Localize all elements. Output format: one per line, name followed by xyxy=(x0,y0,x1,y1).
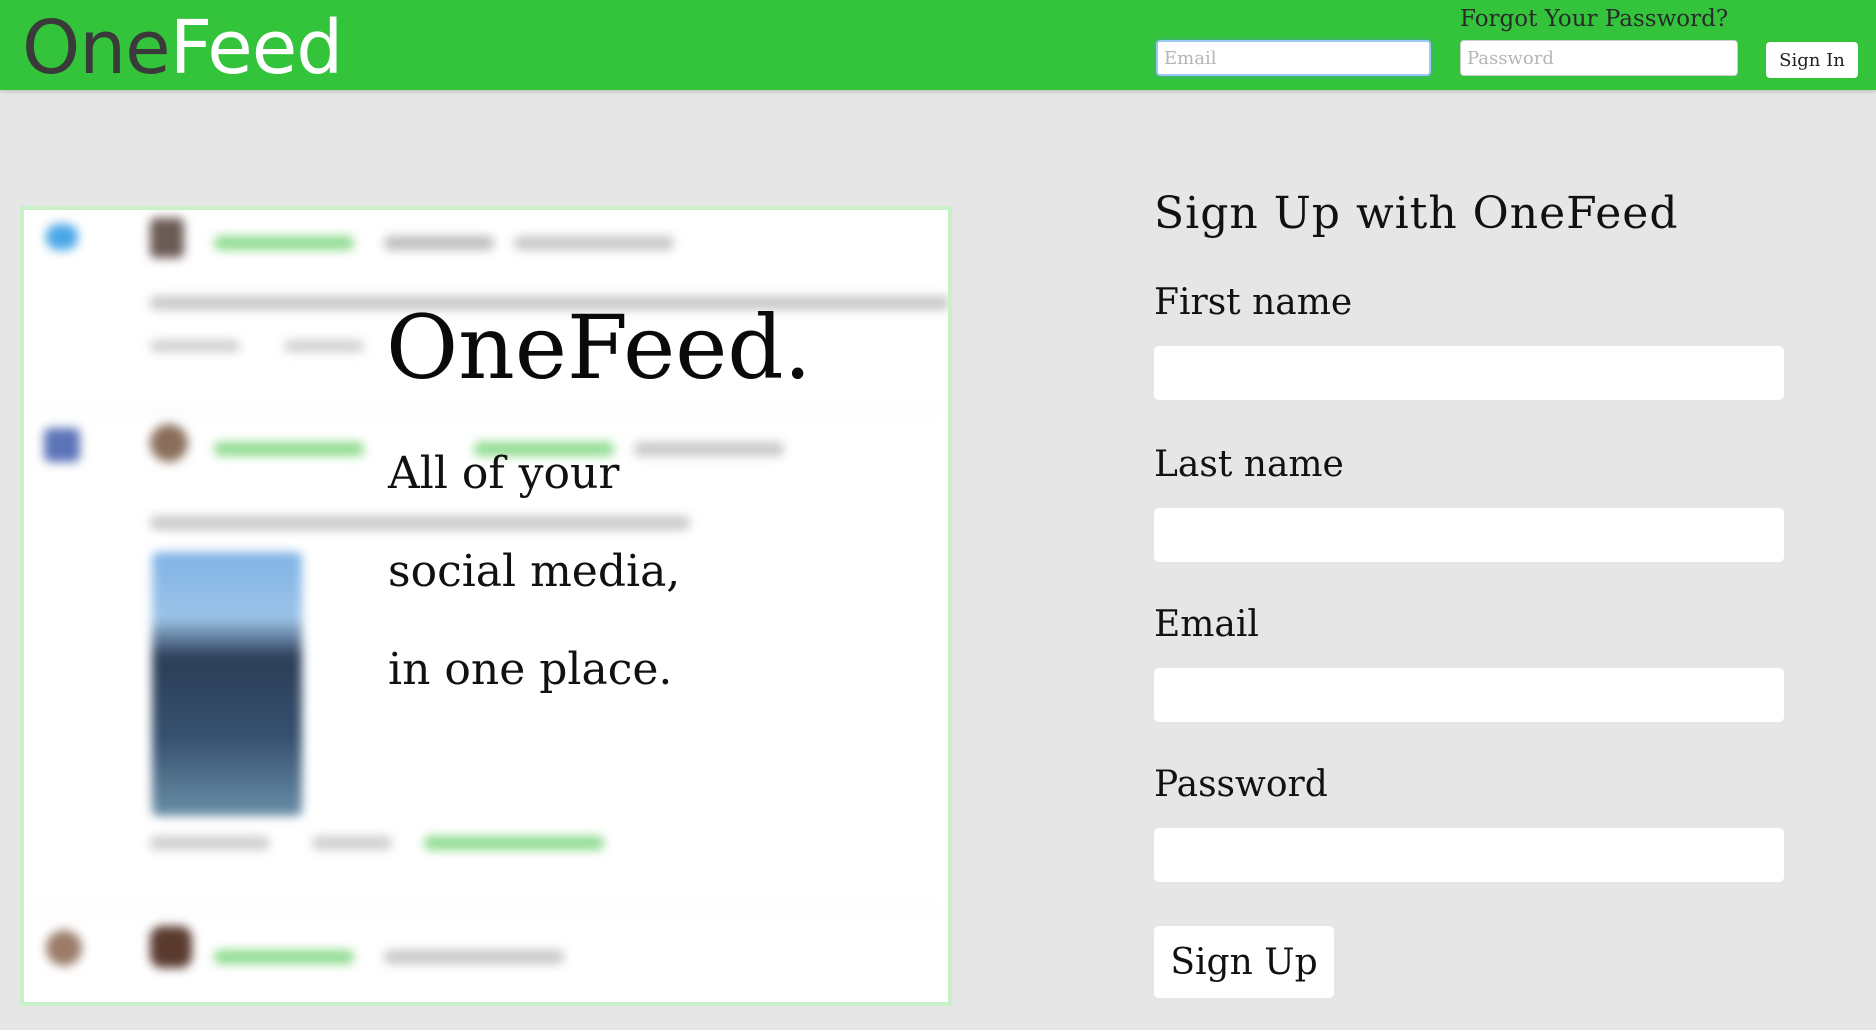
logo-feed: Feed xyxy=(169,5,344,91)
feed-preview-item xyxy=(24,914,948,1002)
hero-tagline-line-2: social media, xyxy=(388,546,681,597)
twitter-icon xyxy=(46,224,78,250)
last-name-label: Last name xyxy=(1154,444,1344,485)
hero-tagline-line-1: All of your xyxy=(388,448,620,499)
avatar xyxy=(150,218,184,258)
instagram-icon xyxy=(46,930,82,966)
first-name-label: First name xyxy=(1154,282,1353,323)
hero-tagline-line-3: in one place. xyxy=(388,644,673,695)
signup-title: Sign Up with OneFeed xyxy=(1154,188,1679,239)
avatar xyxy=(150,926,192,968)
email-field[interactable] xyxy=(1154,668,1784,722)
signin-email-input[interactable] xyxy=(1156,40,1431,76)
sign-in-button[interactable]: Sign In xyxy=(1766,42,1858,78)
top-nav-bar: OneFeed Forgot Your Password? Sign In xyxy=(0,0,1876,92)
hero-title: OneFeed. xyxy=(386,296,812,399)
password-label: Password xyxy=(1154,764,1328,805)
avatar xyxy=(150,424,188,462)
first-name-field[interactable] xyxy=(1154,346,1784,400)
last-name-field[interactable] xyxy=(1154,508,1784,562)
post-photo xyxy=(152,552,302,816)
sign-up-button[interactable]: Sign Up xyxy=(1154,926,1334,998)
signin-password-input[interactable] xyxy=(1460,40,1738,76)
onefeed-logo[interactable]: OneFeed xyxy=(22,4,344,92)
hero-panel: OneFeed. All of your social media, in on… xyxy=(20,206,952,1006)
email-label: Email xyxy=(1154,604,1259,645)
forgot-password-link[interactable]: Forgot Your Password? xyxy=(1460,6,1728,32)
facebook-icon xyxy=(44,428,80,462)
logo-one: One xyxy=(22,5,171,91)
password-field[interactable] xyxy=(1154,828,1784,882)
